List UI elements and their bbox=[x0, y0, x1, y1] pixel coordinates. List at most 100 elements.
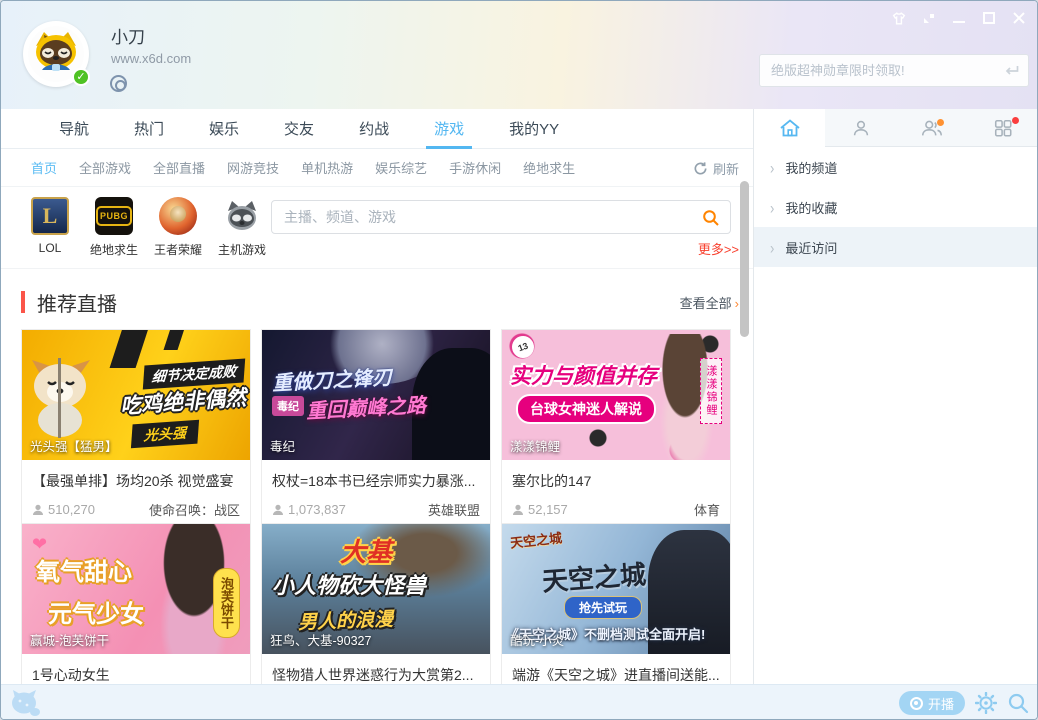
subnav-all-live[interactable]: 全部直播 bbox=[153, 158, 205, 177]
refresh-label: 刷新 bbox=[713, 159, 739, 178]
online-status-badge: ✓ bbox=[72, 68, 90, 86]
pubg-icon: PUBG bbox=[95, 197, 133, 235]
viewer-icon bbox=[272, 504, 284, 516]
maximize-icon[interactable] bbox=[977, 8, 1000, 28]
shortcut-console-games[interactable]: 主机游戏 bbox=[213, 197, 271, 258]
visibility-status-icon[interactable] bbox=[110, 75, 127, 92]
lol-icon: L bbox=[31, 197, 69, 235]
card-title: 权杖=18本书已经宗师实力暴涨... bbox=[262, 460, 490, 491]
raccoon-console-icon bbox=[223, 197, 261, 235]
card-category: 使命召唤：战区 bbox=[149, 500, 240, 519]
streamer-name: 酷玩-小炎 bbox=[510, 630, 564, 649]
chevron-right-icon: › bbox=[770, 197, 774, 217]
search-box bbox=[271, 200, 731, 234]
card-category: 体育 bbox=[694, 500, 720, 519]
sidebar-item-my-favorites[interactable]: › 我的收藏 bbox=[754, 187, 1038, 227]
live-card-4[interactable]: ❤ 氧气甜心 元气少女 泡芙饼干 赢城-泡芙饼干 1号心动女生 bbox=[21, 523, 251, 684]
subnav-shouye[interactable]: 首页 bbox=[31, 158, 57, 177]
card2-thumbnail: 重做刀之锋刃 毒纪 重回巅峰之路 毒纪 bbox=[262, 330, 490, 460]
subnav-yule-zongyi[interactable]: 娱乐综艺 bbox=[375, 158, 427, 177]
enter-icon[interactable] bbox=[1002, 64, 1020, 78]
live-card-1[interactable]: 细节决定成败 吃鸡绝非偶然 光头强 光头强【猛男】 【最强单排】场均20杀 视觉… bbox=[21, 329, 251, 531]
card6-thumbnail: 天空之城 天空之城 抢先试玩 《天空之城》不删档测试全面开启! 酷玩-小炎 bbox=[502, 524, 730, 654]
refresh-icon bbox=[693, 161, 708, 176]
yy-client-window: ✓ 小刀 www.x6d.com bbox=[0, 0, 1038, 720]
bottom-bar: 开播 bbox=[1, 684, 1038, 720]
sidebar-item-my-channels[interactable]: › 我的频道 bbox=[754, 147, 1038, 187]
viewer-icon bbox=[32, 504, 44, 516]
viewer-count: 52,157 bbox=[512, 502, 568, 517]
tab-remen[interactable]: 热门 bbox=[134, 109, 164, 148]
start-broadcast-button[interactable]: 开播 bbox=[899, 691, 965, 715]
streamer-name: 漾漾锦鲤 bbox=[510, 436, 560, 455]
user-site-url: www.x6d.com bbox=[111, 51, 191, 66]
shortcut-wzry[interactable]: 王者荣耀 bbox=[149, 197, 207, 258]
streamer-name: 狂鸟、大基-90327 bbox=[270, 630, 371, 649]
promo-input[interactable] bbox=[760, 55, 1028, 86]
tab-yule[interactable]: 娱乐 bbox=[209, 109, 239, 148]
sidebar-item-recent-visits[interactable]: › 最近访问 bbox=[754, 227, 1038, 267]
content-scrollbar[interactable] bbox=[740, 181, 749, 337]
refresh-button[interactable]: 刷新 bbox=[693, 149, 739, 187]
search-input[interactable] bbox=[272, 201, 730, 233]
header: ✓ 小刀 www.x6d.com bbox=[1, 1, 1038, 109]
username: 小刀 bbox=[111, 23, 145, 48]
sidebar-tab-apps[interactable] bbox=[968, 109, 1038, 147]
notification-dot-orange bbox=[937, 119, 944, 126]
avatar[interactable]: ✓ bbox=[23, 21, 89, 87]
subnav-all-games[interactable]: 全部游戏 bbox=[79, 158, 131, 177]
card3-thumbnail: 13 实力与颜值并存 台球女神迷人解说 漾漾锦鲤 漾漾锦鲤 bbox=[502, 330, 730, 460]
tab-youxi-active[interactable]: 游戏 bbox=[434, 109, 464, 148]
chevron-right-icon: › bbox=[770, 237, 774, 257]
more-link[interactable]: 更多>> bbox=[698, 239, 739, 258]
chevron-right-icon: › bbox=[770, 157, 774, 177]
streamer-name: 毒纪 bbox=[270, 436, 295, 455]
sidebar-tab-home[interactable] bbox=[754, 109, 825, 147]
recommended-live-header: 推荐直播 查看全部› bbox=[1, 284, 753, 320]
subnav-danji[interactable]: 单机热游 bbox=[301, 158, 353, 177]
streamer-badge: 毒纪 bbox=[272, 396, 304, 416]
live-card-5[interactable]: 大基 小人物砍大怪兽 男人的浪漫 狂鸟、大基-90327 怪物猎人世界迷惑行为大… bbox=[261, 523, 491, 684]
viewer-count: 510,270 bbox=[32, 502, 95, 517]
card-title: 【最强单排】场均20杀 视觉盛宴 bbox=[22, 460, 250, 491]
viewer-count: 1,073,837 bbox=[272, 502, 346, 517]
search-icon[interactable] bbox=[702, 209, 720, 227]
broadcast-camera-icon bbox=[910, 697, 923, 710]
subnav-wangyou[interactable]: 网游竞技 bbox=[227, 158, 279, 177]
live-card-3[interactable]: 13 实力与颜值并存 台球女神迷人解说 漾漾锦鲤 漾漾锦鲤 塞尔比的147 52… bbox=[501, 329, 731, 531]
tab-daohang[interactable]: 导航 bbox=[59, 109, 89, 148]
promo-input-wrap bbox=[759, 54, 1029, 87]
tab-jiaoyou[interactable]: 交友 bbox=[284, 109, 314, 148]
live-card-2[interactable]: 重做刀之锋刃 毒纪 重回巅峰之路 毒纪 权杖=18本书已经宗师实力暴涨... 1… bbox=[261, 329, 491, 531]
skin-theme-icon[interactable] bbox=[887, 8, 910, 28]
side-tag: 漾漾锦鲤 bbox=[700, 358, 722, 424]
mini-mode-icon[interactable] bbox=[917, 8, 940, 28]
shortcut-lol[interactable]: L LOL bbox=[21, 197, 79, 258]
subnav-shouyou[interactable]: 手游休闲 bbox=[449, 158, 501, 177]
sidebar-tab-friends[interactable] bbox=[825, 109, 896, 147]
card-title: 怪物猎人世界迷惑行为大赏第2... bbox=[262, 654, 490, 684]
person-icon bbox=[851, 118, 871, 138]
home-icon bbox=[779, 118, 801, 138]
streamer-name: 赢城-泡芙饼干 bbox=[30, 630, 109, 649]
tab-my-yy[interactable]: 我的YY bbox=[509, 109, 559, 148]
notification-dot-red bbox=[1012, 117, 1019, 124]
subnav-pubg[interactable]: 绝地求生 bbox=[523, 158, 575, 177]
card-title: 端游《天空之城》进直播间送能... bbox=[502, 654, 730, 684]
close-icon[interactable] bbox=[1007, 8, 1030, 28]
yy-mascot-icon[interactable] bbox=[9, 688, 43, 718]
bottom-search-icon[interactable] bbox=[1007, 692, 1029, 714]
sidebar-tab-groups[interactable] bbox=[897, 109, 968, 147]
sub-nav: 首页 全部游戏 全部直播 网游竞技 单机热游 娱乐综艺 手游休闲 绝地求生 刷新 bbox=[1, 149, 753, 187]
view-all-link[interactable]: 查看全部› bbox=[680, 293, 739, 312]
minimize-icon[interactable] bbox=[947, 8, 970, 28]
settings-gear-icon[interactable] bbox=[975, 692, 997, 714]
streamer-name: 光头强【猛男】 bbox=[30, 436, 118, 455]
tab-yuezhan[interactable]: 约战 bbox=[359, 109, 389, 148]
primary-nav: 导航 热门 娱乐 交友 约战 游戏 我的YY bbox=[1, 109, 753, 149]
main-content: 导航 热门 娱乐 交友 约战 游戏 我的YY 首页 全部游戏 全部直播 网游竞技… bbox=[1, 109, 753, 684]
right-sidebar: › 我的频道 › 我的收藏 › 最近访问 bbox=[753, 109, 1038, 684]
shortcut-pubg[interactable]: PUBG 绝地求生 bbox=[85, 197, 143, 258]
live-card-6[interactable]: 天空之城 天空之城 抢先试玩 《天空之城》不删档测试全面开启! 酷玩-小炎 端游… bbox=[501, 523, 731, 684]
game-logo: 天空之城 bbox=[509, 527, 563, 551]
